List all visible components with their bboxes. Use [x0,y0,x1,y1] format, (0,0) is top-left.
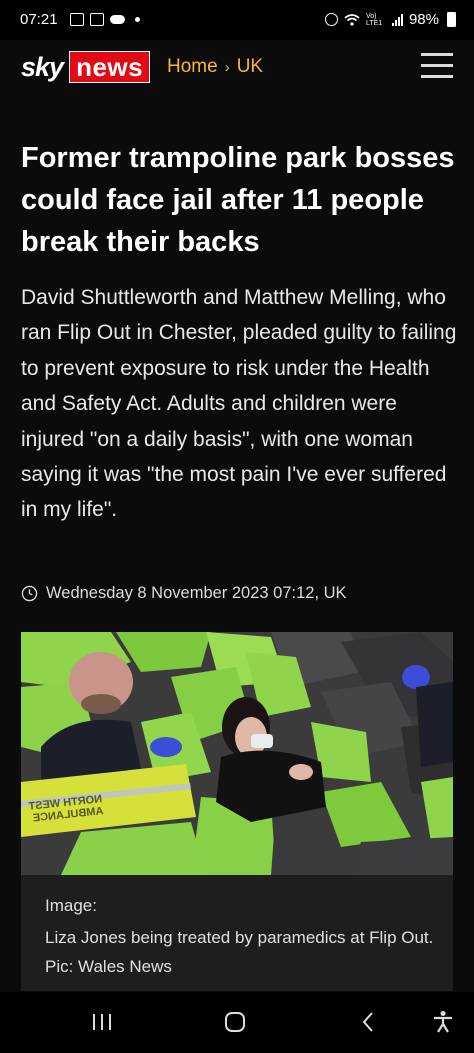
timestamp-text: Wednesday 8 November 2023 07:12, UK [46,584,347,602]
status-bar: 07:21 Vo) LTE1 98% [0,0,474,40]
foam-pit-photo [21,632,453,875]
alarm-icon [324,13,338,26]
article-image[interactable]: NORTH WEST AMBULANCE [21,632,453,875]
image-caption: Image: Liza Jones being treated by param… [21,875,453,991]
wifi-calling-icon [69,13,84,26]
home-icon[interactable] [215,1004,255,1040]
recent-apps-icon[interactable] [82,1004,122,1040]
chevron-right-icon: › [224,58,230,76]
breadcrumb: Home › UK [167,56,263,78]
battery-icon [447,12,456,27]
breadcrumb-uk[interactable]: UK [237,56,263,78]
system-nav-bar [0,992,474,1053]
status-time: 07:21 [20,11,58,28]
clock-icon [21,585,38,602]
logo-news-text: news [69,51,151,83]
back-icon[interactable] [348,1004,388,1040]
article-headline: Former trampoline park bosses could face… [21,142,455,258]
breadcrumb-home[interactable]: Home [167,56,218,78]
notification-dot-icon [134,17,140,22]
article-standfirst: David Shuttleworth and Matthew Melling, … [21,286,457,522]
battery-percent: 98% [408,11,439,28]
caption-text: Liza Jones being treated by paramedics a… [45,928,434,976]
accessibility-icon[interactable] [423,1004,463,1040]
sky-news-logo[interactable]: sky news [21,51,151,83]
gallery-icon [89,13,104,26]
network-label: Vo) LTE1 [365,12,383,27]
article-timestamp: Wednesday 8 November 2023 07:12, UK [21,584,347,603]
caption-label: Image: [45,896,97,915]
signal-icon [391,13,403,26]
site-header: sky news Home › UK [0,40,474,106]
cloud-icon [109,15,125,24]
logo-sky-text: sky [21,51,64,82]
hamburger-menu-icon[interactable] [421,53,453,79]
wifi-icon [344,13,360,26]
